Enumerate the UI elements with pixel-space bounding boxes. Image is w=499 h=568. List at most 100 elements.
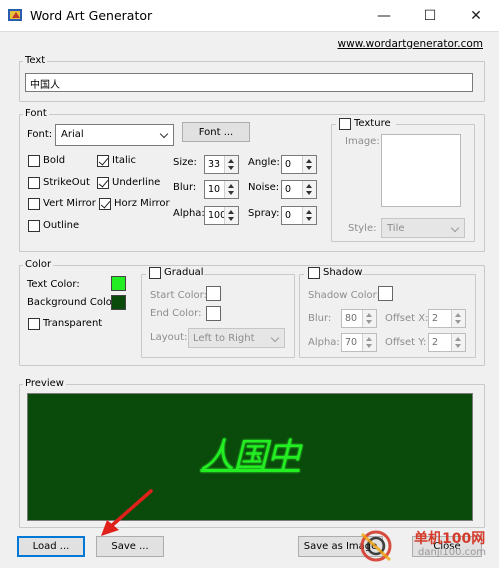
- shadow-color-label: Shadow Color:: [308, 290, 380, 301]
- vert-mirror-checkbox[interactable]: [28, 198, 40, 210]
- website-link[interactable]: www.wordartgenerator.com: [338, 38, 483, 50]
- transparent-label: Transparent: [43, 318, 103, 329]
- load-button[interactable]: Load ...: [17, 536, 85, 557]
- texture-label: Texture: [354, 118, 391, 129]
- offset-x-spinner[interactable]: 2: [428, 309, 466, 328]
- blur-spinner[interactable]: 10: [204, 180, 239, 199]
- shadow-label: Shadow: [323, 267, 363, 278]
- spray-spinner[interactable]: 0: [281, 206, 317, 225]
- gradual-checkbox[interactable]: [149, 267, 161, 279]
- spinner-arrows-icon[interactable]: [224, 156, 238, 173]
- watermark-site-name: 单机100网: [414, 531, 486, 547]
- offset-x-label: Offset X:: [385, 313, 429, 324]
- bold-label: Bold: [43, 155, 66, 166]
- shadow-blur-label: Blur:: [308, 313, 332, 324]
- blur-value: 10: [208, 184, 221, 195]
- window-title: Word Art Generator: [30, 8, 153, 23]
- spinner-arrows-icon[interactable]: [302, 181, 316, 198]
- font-group-label: Font: [23, 108, 49, 119]
- horz-mirror-label: Horz Mirror: [114, 198, 170, 209]
- strikeout-label: StrikeOut: [43, 177, 90, 188]
- layout-label: Layout:: [150, 332, 188, 343]
- watermark-logo-icon: [352, 524, 398, 564]
- maximize-icon: ☐: [423, 7, 437, 24]
- strikeout-checkbox[interactable]: [28, 177, 40, 189]
- italic-label: Italic: [112, 155, 137, 166]
- red-arrow-icon: [101, 489, 153, 536]
- text-group-label: Text: [23, 55, 48, 66]
- minimize-icon: —: [377, 7, 391, 24]
- preview-group-label: Preview: [23, 378, 66, 389]
- start-color-swatch[interactable]: [206, 286, 221, 301]
- alpha-spinner[interactable]: 100: [204, 206, 239, 225]
- chevron-down-icon: [450, 223, 460, 233]
- end-color-label: End Color:: [150, 308, 202, 319]
- offset-x-value: 2: [432, 313, 439, 324]
- spinner-arrows-icon[interactable]: [451, 310, 465, 327]
- texture-style-select[interactable]: Tile: [381, 218, 465, 238]
- offset-y-label: Offset Y:: [385, 337, 427, 348]
- font-select-value: Arial: [61, 129, 84, 140]
- font-button[interactable]: Font ...: [182, 122, 250, 142]
- spinner-arrows-icon[interactable]: [362, 310, 376, 327]
- end-color-swatch[interactable]: [206, 306, 221, 321]
- size-value: 33: [208, 159, 221, 170]
- texture-image-label: Image:: [345, 136, 380, 147]
- spray-label: Spray:: [248, 208, 280, 219]
- chevron-down-icon: [159, 129, 169, 139]
- alpha-label: Alpha:: [173, 208, 205, 219]
- text-color-label: Text Color:: [27, 279, 80, 290]
- blur-label: Blur:: [173, 182, 197, 193]
- underline-checkbox[interactable]: [97, 177, 109, 189]
- font-label: Font:: [27, 129, 53, 140]
- texture-style-value: Tile: [387, 223, 405, 234]
- noise-label: Noise:: [248, 182, 280, 193]
- text-input[interactable]: 中国人: [25, 73, 473, 92]
- spray-value: 0: [285, 210, 292, 221]
- spinner-arrows-icon[interactable]: [362, 334, 376, 351]
- horz-mirror-checkbox[interactable]: [99, 198, 111, 210]
- close-window-button[interactable]: ✕: [453, 0, 499, 31]
- outline-checkbox[interactable]: [28, 220, 40, 232]
- offset-y-spinner[interactable]: 2: [428, 333, 466, 352]
- chevron-down-icon: [270, 333, 280, 343]
- font-select[interactable]: Arial: [55, 124, 174, 146]
- shadow-color-swatch[interactable]: [378, 286, 393, 301]
- angle-label: Angle:: [248, 157, 280, 168]
- shadow-alpha-value: 70: [345, 337, 358, 348]
- underline-label: Underline: [112, 177, 161, 188]
- spinner-arrows-icon[interactable]: [224, 207, 238, 224]
- angle-value: 0: [285, 159, 292, 170]
- texture-checkbox[interactable]: [339, 118, 351, 130]
- bold-checkbox[interactable]: [28, 155, 40, 167]
- spinner-arrows-icon[interactable]: [302, 156, 316, 173]
- angle-spinner[interactable]: 0: [281, 155, 317, 174]
- gradual-label: Gradual: [164, 267, 204, 278]
- app-icon: [8, 8, 24, 22]
- transparent-checkbox[interactable]: [28, 318, 40, 330]
- background-color-swatch[interactable]: [111, 295, 126, 310]
- text-color-swatch[interactable]: [111, 276, 126, 291]
- start-color-label: Start Color:: [150, 290, 207, 301]
- watermark-url: danji100.com: [418, 547, 486, 558]
- shadow-alpha-label: Alpha:: [308, 337, 340, 348]
- maximize-button[interactable]: ☐: [407, 0, 453, 31]
- background-color-label: Background Color: [27, 297, 116, 308]
- spinner-arrows-icon[interactable]: [302, 207, 316, 224]
- shadow-checkbox[interactable]: [308, 267, 320, 279]
- layout-select[interactable]: Left to Right: [188, 328, 285, 348]
- preview-text: 人国中: [200, 436, 301, 476]
- spinner-arrows-icon[interactable]: [451, 334, 465, 351]
- shadow-blur-value: 80: [345, 313, 358, 324]
- minimize-button[interactable]: —: [361, 0, 407, 31]
- spinner-arrows-icon[interactable]: [224, 181, 238, 198]
- shadow-blur-spinner[interactable]: 80: [341, 309, 377, 328]
- shadow-alpha-spinner[interactable]: 70: [341, 333, 377, 352]
- texture-style-label: Style:: [348, 223, 377, 234]
- italic-checkbox[interactable]: [97, 155, 109, 167]
- size-spinner[interactable]: 33: [204, 155, 239, 174]
- vert-mirror-label: Vert Mirror: [43, 198, 96, 209]
- noise-spinner[interactable]: 0: [281, 180, 317, 199]
- offset-y-value: 2: [432, 337, 439, 348]
- texture-image-box[interactable]: [381, 134, 461, 207]
